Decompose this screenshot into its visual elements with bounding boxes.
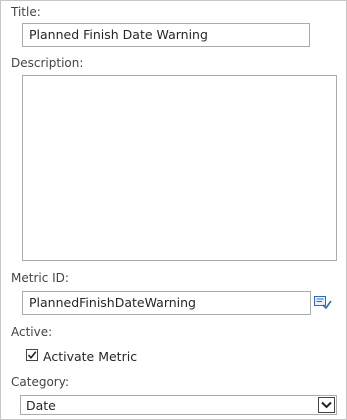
category-select[interactable]: Date bbox=[20, 395, 337, 415]
title-input[interactable]: Planned Finish Date Warning bbox=[22, 23, 310, 47]
check-names-icon[interactable] bbox=[314, 294, 332, 310]
title-label: Title: bbox=[11, 5, 41, 19]
title-input-value: Planned Finish Date Warning bbox=[29, 27, 208, 42]
category-select-value: Date bbox=[26, 398, 56, 413]
active-label: Active: bbox=[11, 325, 53, 339]
form-panel: Title: Planned Finish Date Warning Descr… bbox=[0, 0, 347, 420]
metric-id-input[interactable]: PlannedFinishDateWarning bbox=[22, 291, 311, 315]
chevron-down-icon bbox=[321, 401, 332, 409]
metric-id-input-value: PlannedFinishDateWarning bbox=[29, 295, 196, 310]
activate-metric-checkbox[interactable] bbox=[26, 349, 38, 361]
checkmark-icon bbox=[27, 351, 37, 360]
metric-id-label: Metric ID: bbox=[11, 271, 69, 285]
category-label: Category: bbox=[11, 375, 69, 389]
activate-metric-label[interactable]: Activate Metric bbox=[43, 350, 137, 364]
description-textarea[interactable] bbox=[22, 75, 337, 261]
category-dropdown-button[interactable] bbox=[318, 397, 335, 413]
description-label: Description: bbox=[11, 56, 84, 70]
